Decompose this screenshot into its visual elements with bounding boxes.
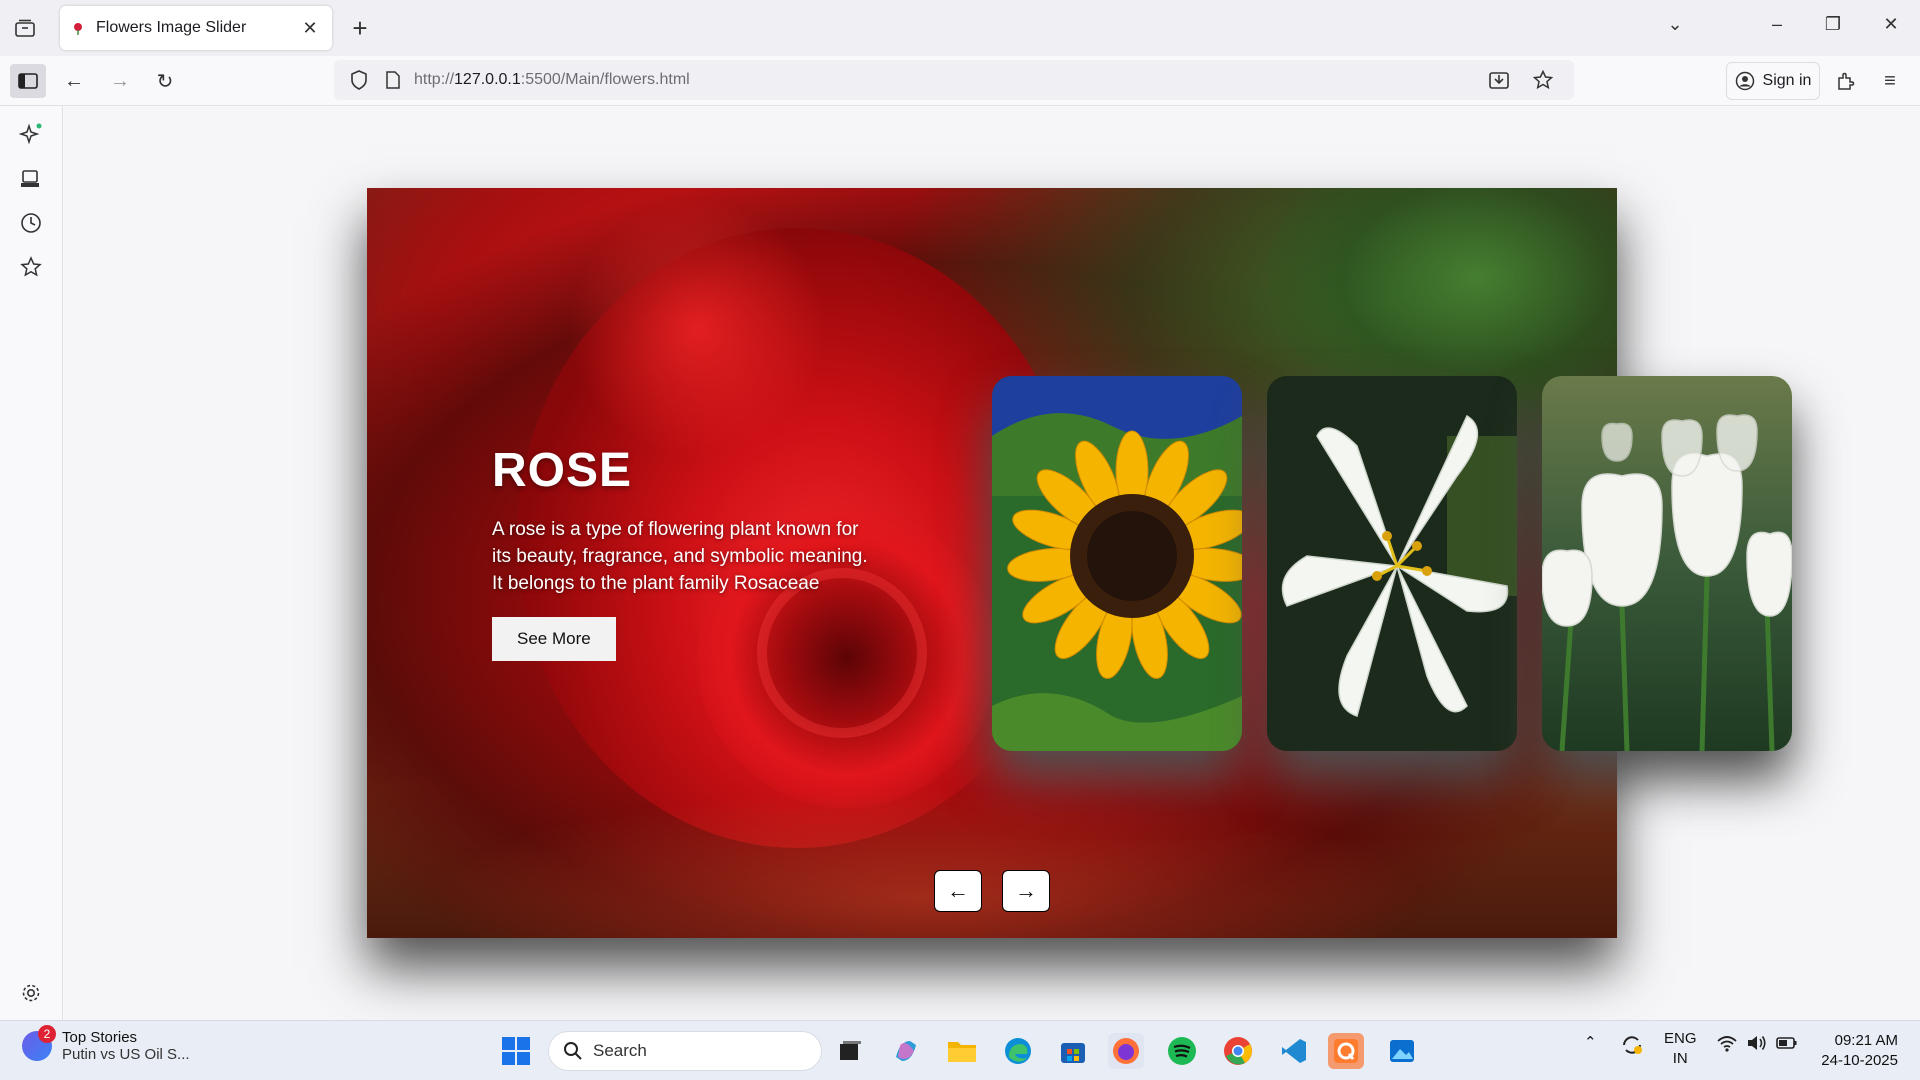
language-indicator[interactable]: ENG IN <box>1664 1029 1697 1069</box>
prev-arrow-button[interactable]: ← <box>934 870 982 912</box>
synced-tabs-icon[interactable] <box>18 166 44 192</box>
slider-controls: ← → <box>367 870 1617 912</box>
account-icon <box>1735 71 1754 91</box>
news-title: Top Stories <box>62 1029 138 1046</box>
show-hidden-icons-chevron-icon[interactable]: ⌃ <box>1584 1033 1597 1051</box>
news-icon: 2 <box>22 1025 56 1061</box>
qbittorrent-icon[interactable] <box>1328 1033 1364 1069</box>
wifi-icon[interactable] <box>1716 1033 1738 1057</box>
tab-title: Flowers Image Slider <box>96 19 247 36</box>
copilot-icon[interactable] <box>888 1033 924 1069</box>
chrome-icon[interactable] <box>1220 1033 1256 1069</box>
spotify-icon[interactable] <box>1164 1033 1200 1069</box>
taskbar-search[interactable]: Search <box>548 1031 822 1071</box>
bookmarks-icon[interactable] <box>18 254 44 280</box>
flower-favicon-icon <box>70 20 86 36</box>
restore-icon[interactable]: ❐ <box>1818 14 1848 35</box>
navigation-bar: ← → ↻ http://127.0.0.1:5500/Main/flowers… <box>0 56 1920 106</box>
search-placeholder: Search <box>593 1041 647 1060</box>
slide-content: ROSE A rose is a type of flowering plant… <box>492 443 872 661</box>
url-bar[interactable]: http://127.0.0.1:5500/Main/flowers.html <box>334 60 1574 100</box>
clock-date: 24-10-2025 <box>1821 1052 1898 1069</box>
flower-description: A rose is a type of flowering plant know… <box>492 519 868 594</box>
volume-icon[interactable] <box>1746 1033 1768 1057</box>
microsoft-store-icon[interactable] <box>1055 1033 1091 1069</box>
back-icon[interactable]: ← <box>56 64 92 98</box>
image-slider: ROSE A rose is a type of flowering plant… <box>367 188 1792 938</box>
tab-flowers[interactable]: Flowers Image Slider ✕ <box>60 6 332 50</box>
photos-icon[interactable] <box>1384 1033 1420 1069</box>
minimize-icon[interactable]: – <box>1762 14 1792 35</box>
bookmark-star-icon[interactable] <box>1530 67 1556 93</box>
flower-name: ROSE <box>492 444 633 497</box>
clock-time: 09:21 AM <box>1834 1032 1898 1049</box>
page-icon <box>380 67 406 93</box>
windows-start-icon[interactable] <box>498 1033 534 1069</box>
vscode-icon[interactable] <box>1276 1033 1312 1069</box>
see-more-button[interactable]: See More <box>492 617 616 661</box>
sidebar-toggle-icon[interactable] <box>10 64 46 98</box>
menu-icon[interactable]: ≡ <box>1872 64 1908 98</box>
edge-icon[interactable] <box>1000 1033 1036 1069</box>
ai-chatbot-icon[interactable] <box>18 122 44 148</box>
file-explorer-icon[interactable] <box>944 1033 980 1069</box>
browser-sidebar <box>0 106 63 1020</box>
history-icon[interactable] <box>18 210 44 236</box>
sync-icon[interactable] <box>1620 1033 1644 1061</box>
shield-icon[interactable] <box>346 67 372 93</box>
next-arrow-button[interactable]: → <box>1002 870 1050 912</box>
search-icon <box>564 1042 582 1060</box>
extensions-icon[interactable] <box>1828 64 1864 98</box>
url-text: http://127.0.0.1:5500/Main/flowers.html <box>414 71 690 88</box>
news-headline: Putin vs US Oil S... <box>62 1046 190 1063</box>
windows-taskbar: 2 Top Stories Putin vs US Oil S... Searc… <box>0 1020 1920 1080</box>
sunflower-card[interactable] <box>992 376 1242 751</box>
save-to-pocket-icon[interactable] <box>1486 67 1512 93</box>
system-clock[interactable]: 09:21 AM 24-10-2025 <box>1812 1031 1898 1071</box>
tulip-card[interactable] <box>1542 376 1792 751</box>
settings-gear-icon[interactable] <box>18 980 44 1006</box>
forward-icon[interactable]: → <box>102 64 138 98</box>
task-view-icon[interactable] <box>832 1033 868 1069</box>
close-tab-icon[interactable]: ✕ <box>298 18 322 39</box>
new-tab-button[interactable]: + <box>346 14 374 42</box>
tab-bar: Flowers Image Slider ✕ + ⌄ – ❐ ✕ <box>0 0 1920 56</box>
firefox-icon[interactable] <box>1108 1033 1144 1069</box>
battery-icon[interactable] <box>1776 1033 1798 1057</box>
chevron-down-icon[interactable]: ⌄ <box>1660 14 1690 35</box>
news-badge: 2 <box>38 1025 56 1043</box>
sign-in-button[interactable]: Sign in <box>1726 62 1820 100</box>
page-content: ROSE A rose is a type of flowering plant… <box>64 107 1920 1020</box>
lily-card[interactable] <box>1267 376 1517 751</box>
close-window-icon[interactable]: ✕ <box>1876 14 1906 35</box>
news-widget[interactable]: 2 Top Stories Putin vs US Oil S... <box>22 1025 190 1063</box>
tab-list-icon[interactable] <box>10 14 40 42</box>
reload-icon[interactable]: ↻ <box>147 64 183 98</box>
